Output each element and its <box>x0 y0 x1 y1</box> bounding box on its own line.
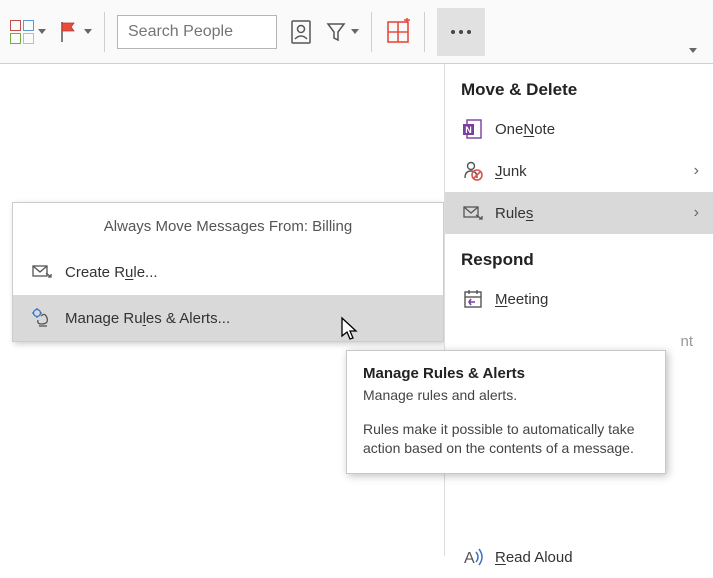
manage-rules-icon <box>29 308 55 328</box>
onenote-icon: N <box>459 118 487 140</box>
ribbon-group-immersive <box>378 0 418 63</box>
tooltip-manage-rules: Manage Rules & Alerts Manage rules and a… <box>346 350 666 474</box>
chevron-down-icon <box>38 29 46 34</box>
immersive-reader-button[interactable] <box>378 12 418 52</box>
junk-icon <box>459 160 487 182</box>
address-book-icon <box>289 19 313 45</box>
categories-button[interactable] <box>4 12 52 52</box>
manage-rules-alerts-item[interactable]: Manage Rules & Alerts... <box>13 295 443 341</box>
grid-plus-icon <box>384 18 412 46</box>
create-rule-icon <box>29 263 55 281</box>
tooltip-title: Manage Rules & Alerts <box>363 365 649 382</box>
read-aloud-label: Read Aloud <box>495 549 573 566</box>
chevron-down-icon <box>84 29 92 34</box>
filter-icon <box>325 20 347 44</box>
flag-icon <box>58 20 80 44</box>
meeting-label: Meeting <box>495 291 548 308</box>
rules-label: Rules <box>495 205 533 222</box>
search-people-box[interactable] <box>117 15 277 49</box>
tooltip-line1: Manage rules and alerts. <box>363 386 649 406</box>
section-respond: Respond <box>445 234 713 278</box>
chevron-right-icon: › <box>694 204 699 222</box>
svg-text:N: N <box>465 125 472 135</box>
onenote-label: OneNote <box>495 121 555 138</box>
create-rule-label: Create Rule... <box>65 264 158 281</box>
ribbon-divider <box>424 12 425 52</box>
ribbon-group-tags <box>4 0 98 63</box>
search-people-input[interactable] <box>128 23 266 41</box>
section-move-delete: Move & Delete <box>445 64 713 108</box>
ellipsis-icon <box>451 30 471 34</box>
categories-icon <box>10 20 34 44</box>
tooltip-line2: Rules make it possible to automatically … <box>363 420 649 459</box>
rules-submenu-header: Always Move Messages From: Billing <box>13 203 443 249</box>
collapse-ribbon-button[interactable] <box>689 48 697 53</box>
overflow-menu: Move & Delete N OneNote Junk › Rules › R… <box>444 64 713 556</box>
menu-item-junk[interactable]: Junk › <box>445 150 713 192</box>
menu-item-onenote[interactable]: N OneNote <box>445 108 713 150</box>
ribbon-toolbar <box>0 0 713 64</box>
ribbon-group-find <box>111 0 365 63</box>
ribbon-overflow-button[interactable] <box>437 8 485 56</box>
create-rule-item[interactable]: Create Rule... <box>13 249 443 295</box>
always-move-label: Always Move Messages From: Billing <box>104 218 352 235</box>
menu-item-meeting[interactable]: Meeting <box>445 278 713 320</box>
menu-item-read-aloud[interactable]: A Read Aloud <box>445 536 713 578</box>
svg-text:A: A <box>464 550 475 567</box>
read-aloud-icon: A <box>459 546 487 568</box>
ribbon-divider <box>104 12 105 52</box>
rules-icon <box>459 203 487 223</box>
ribbon-divider <box>371 12 372 52</box>
menu-item-rules[interactable]: Rules › <box>445 192 713 234</box>
junk-label: Junk <box>495 163 527 180</box>
filter-button[interactable] <box>319 12 365 52</box>
manage-rules-label: Manage Rules & Alerts... <box>65 310 230 327</box>
chevron-right-icon: › <box>694 162 699 180</box>
meeting-icon <box>459 288 487 310</box>
partial-label: nt <box>680 333 693 350</box>
chevron-down-icon <box>351 29 359 34</box>
rules-submenu: Always Move Messages From: Billing Creat… <box>12 202 444 342</box>
address-book-button[interactable] <box>283 12 319 52</box>
follow-up-flag-button[interactable] <box>52 12 98 52</box>
